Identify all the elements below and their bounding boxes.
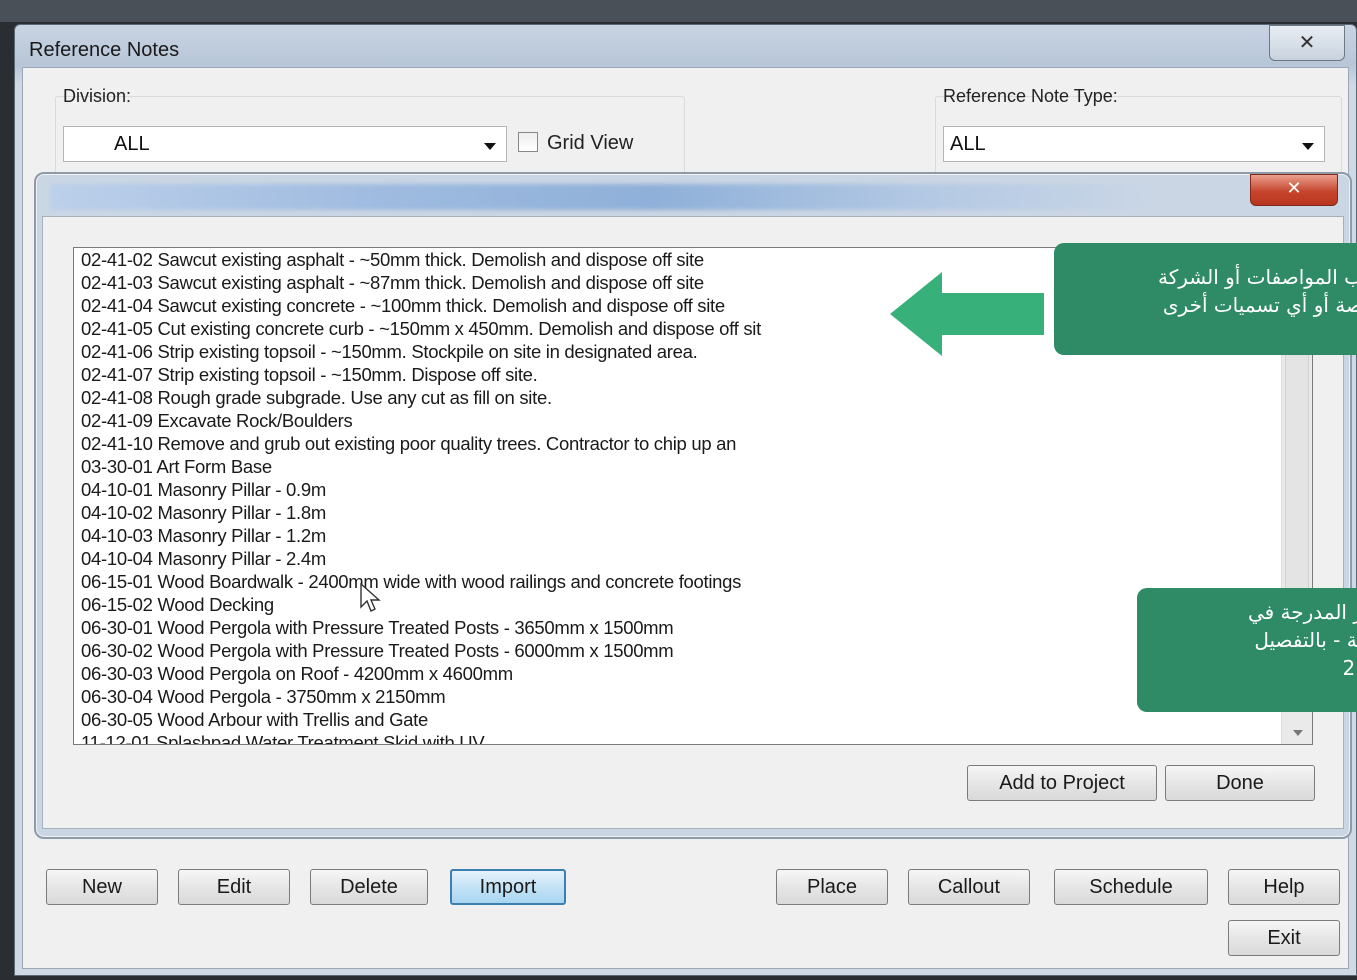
- window-title: Reference Notes: [29, 39, 180, 61]
- list-item[interactable]: 06-15-01 Wood Boardwalk - 2400mm wide wi…: [74, 570, 1312, 593]
- division-dropdown[interactable]: ALL: [63, 126, 507, 162]
- list-item[interactable]: 04-10-01 Masonry Pillar - 0.9m: [74, 478, 1312, 501]
- help-button[interactable]: Help: [1228, 869, 1340, 905]
- annotation-callout-bottom: ر المدرجة في ية - بالتفصيل (2: [1137, 588, 1357, 712]
- list-item[interactable]: 02-41-08 Rough grade subgrade. Use any c…: [74, 386, 1312, 409]
- list-item[interactable]: 02-41-09 Excavate Rock/Boulders: [74, 409, 1312, 432]
- callout-line: ر المدرجة في: [1247, 600, 1357, 624]
- annotation-callout-top: ب المواصفات أو الشركة صة أو أي تسميات أخ…: [1054, 243, 1357, 355]
- note-type-value: ALL: [950, 133, 986, 155]
- note-type-dropdown[interactable]: ALL: [943, 126, 1325, 162]
- list-item[interactable]: 06-30-01 Wood Pergola with Pressure Trea…: [74, 616, 1312, 639]
- callout-line: ب المواصفات أو الشركة: [1157, 265, 1357, 289]
- list-item[interactable]: 04-10-03 Masonry Pillar - 1.2m: [74, 524, 1312, 547]
- list-item[interactable]: 11-12-01 Splashpad Water Treatment Skid …: [74, 731, 1312, 744]
- pointer-arrow-body: [940, 293, 1044, 335]
- delete-button[interactable]: Delete: [310, 869, 428, 905]
- callout-line: صة أو أي تسميات أخرى: [1162, 293, 1357, 317]
- note-type-label: Reference Note Type:: [943, 86, 1118, 106]
- edit-button[interactable]: Edit: [178, 869, 290, 905]
- grid-view-label: Grid View: [547, 132, 634, 154]
- grid-view-checkbox[interactable]: [518, 132, 538, 152]
- list-item[interactable]: 02-41-07 Strip existing topsoil - ~150mm…: [74, 363, 1312, 386]
- add-to-project-button[interactable]: Add to Project: [967, 765, 1157, 801]
- new-button[interactable]: New: [46, 869, 158, 905]
- division-label: Division:: [63, 86, 132, 106]
- schedule-button[interactable]: Schedule: [1054, 869, 1208, 905]
- list-item[interactable]: 06-30-02 Wood Pergola with Pressure Trea…: [74, 639, 1312, 662]
- scroll-down-arrow-icon[interactable]: [1293, 730, 1303, 736]
- division-value: ALL: [114, 133, 150, 155]
- close-icon: ✕: [1298, 30, 1316, 54]
- chevron-down-icon: [1302, 143, 1314, 150]
- list-item[interactable]: 03-30-01 Art Form Base: [74, 455, 1312, 478]
- close-icon: ✕: [1286, 178, 1302, 199]
- callout-button[interactable]: Callout: [908, 869, 1030, 905]
- list-item[interactable]: 06-30-05 Wood Arbour with Trellis and Ga…: [74, 708, 1312, 731]
- import-button[interactable]: Import: [450, 869, 566, 905]
- list-item[interactable]: 06-30-04 Wood Pergola - 3750mm x 2150mm: [74, 685, 1312, 708]
- list-item[interactable]: 04-10-02 Masonry Pillar - 1.8m: [74, 501, 1312, 524]
- window-close-button[interactable]: ✕: [1269, 25, 1345, 61]
- list-item[interactable]: 02-41-10 Remove and grub out existing po…: [74, 432, 1312, 455]
- chevron-down-icon: [484, 143, 496, 150]
- mouse-cursor-icon: [360, 583, 381, 612]
- list-item[interactable]: 06-15-02 Wood Decking: [74, 593, 1312, 616]
- left-arrow-icon: [890, 272, 942, 356]
- list-item[interactable]: 06-30-03 Wood Pergola on Roof - 4200mm x…: [74, 662, 1312, 685]
- callout-line: ية - بالتفصيل: [1254, 628, 1357, 652]
- exit-button[interactable]: Exit: [1228, 920, 1340, 956]
- dialog-close-button[interactable]: ✕: [1250, 174, 1338, 206]
- done-button[interactable]: Done: [1165, 765, 1315, 801]
- callout-line: (2: [1342, 656, 1357, 680]
- list-item[interactable]: 04-10-04 Masonry Pillar - 2.4m: [74, 547, 1312, 570]
- desktop-background: [0, 0, 1357, 22]
- dialog-title-bar: [50, 184, 1150, 210]
- place-button[interactable]: Place: [776, 869, 888, 905]
